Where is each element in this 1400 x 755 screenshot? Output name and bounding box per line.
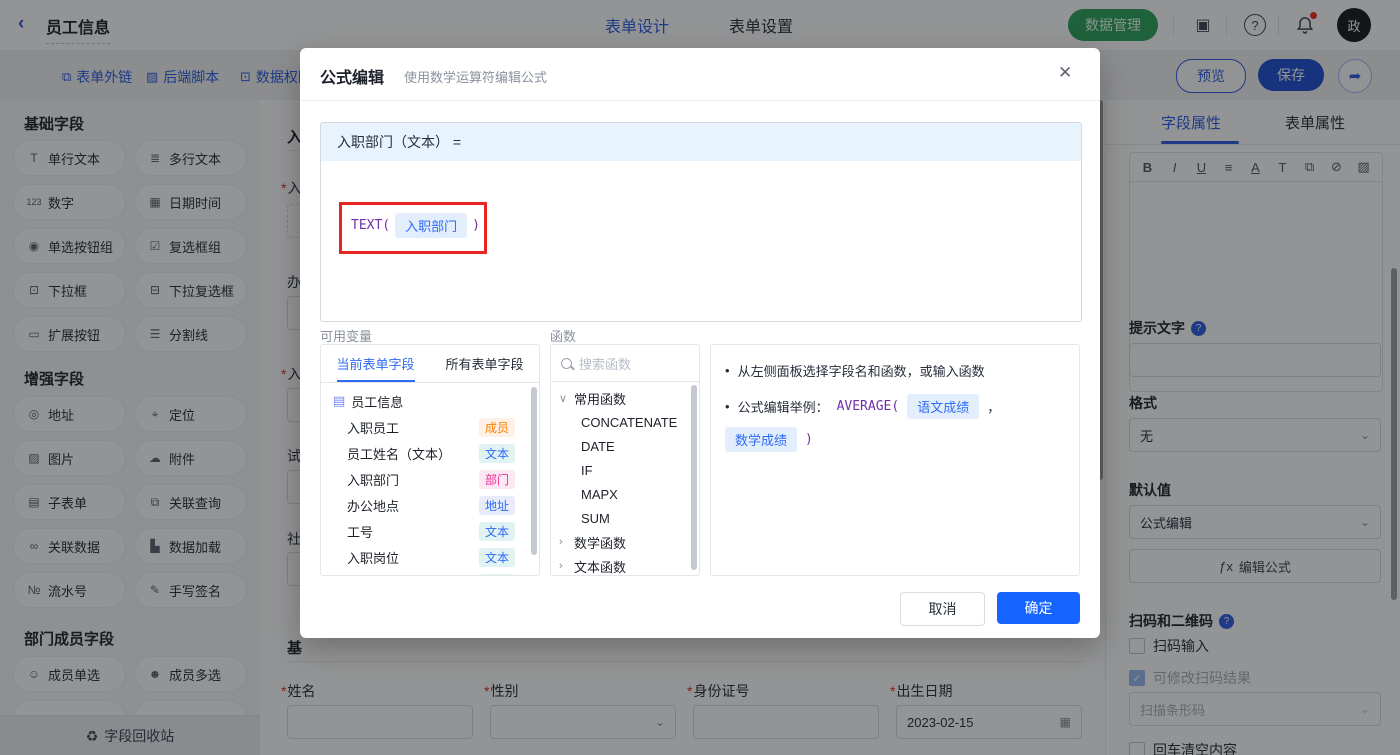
function-group-math[interactable]: › 数学函数 — [551, 530, 699, 554]
type-badge: 成员 — [478, 417, 515, 437]
variable-item[interactable]: 工号 文本 — [321, 518, 539, 544]
variable-name: 入职部门 — [347, 472, 400, 488]
modal-header-divider — [300, 100, 1100, 101]
chevron-closed-icon: › — [559, 560, 563, 572]
function-item[interactable]: IF — [551, 458, 699, 482]
form-node[interactable]: ▤ 员工信息 — [321, 388, 539, 414]
type-badge: 文本 — [478, 521, 515, 541]
variables-box: 当前表单字段 所有表单字段 ▤ 员工信息 入职员工 成员 员工姓名（文本） 文本 入… — [320, 344, 540, 576]
functions-label: 函数 — [550, 329, 577, 344]
example-separator: ， — [987, 400, 1001, 415]
function-search[interactable]: 搜索函数 — [551, 345, 699, 382]
variable-item[interactable]: 办公地点 地址 — [321, 492, 539, 518]
annotation-highlight-box — [339, 202, 487, 254]
function-group-text[interactable]: › 文本函数 — [551, 554, 699, 575]
tip-text: 从左侧面板选择字段名和函数，或输入函数 — [737, 364, 985, 379]
example-field-chip: 语文成绩 — [907, 394, 980, 419]
variable-name: 员工姓名（文本） — [347, 446, 452, 462]
function-item[interactable]: DATE — [551, 434, 699, 458]
tab-current-form-fields[interactable]: 当前表单字段 — [321, 354, 430, 373]
variable-name: 入职员工 — [347, 420, 400, 436]
type-badge: 文本 — [478, 547, 515, 567]
bullet: • — [725, 399, 730, 414]
modal-subtitle: 使用数学运算符编辑公式 — [404, 70, 548, 85]
formula-edit-modal: 公式编辑 使用数学运算符编辑公式 ✕ 入职部门（文本） = TEXT( 入职部门… — [300, 48, 1100, 638]
group-label: 数学函数 — [574, 535, 627, 551]
variable-name: 工号 — [347, 524, 374, 540]
functions-tree: ∨ 常用函数 CONCATENATE DATE IF MAPX SUM › 数学函数… — [551, 382, 699, 575]
variable-item[interactable]: 入职岗位 文本 — [321, 544, 539, 570]
modal-title: 公式编辑 — [320, 70, 385, 87]
form-doc-icon: ▤ — [333, 393, 346, 408]
form-name: 员工信息 — [351, 394, 404, 410]
type-badge: 部门 — [478, 469, 515, 489]
variable-item[interactable]: 入职部门 部门 — [321, 466, 539, 492]
cancel-button[interactable]: 取消 — [900, 592, 985, 626]
search-icon — [561, 357, 572, 369]
functions-scrollbar[interactable] — [691, 385, 697, 570]
active-tab-underline — [337, 380, 415, 382]
group-label: 文本函数 — [574, 559, 627, 575]
function-item[interactable]: SUM — [551, 506, 699, 530]
type-badge: 文本 — [478, 443, 515, 463]
variable-name: 入职岗位 — [347, 550, 400, 566]
formula-content[interactable]: TEXT( 入职部门 ) — [321, 161, 1081, 321]
chevron-open-icon: ∨ — [559, 392, 568, 405]
functions-box: 搜索函数 ∨ 常用函数 CONCATENATE DATE IF MAPX SUM … — [550, 344, 700, 576]
variables-list: ▤ 员工信息 入职员工 成员 员工姓名（文本） 文本 入职部门 部门 办公地点 地址 工… — [321, 383, 539, 575]
function-name: CONCATENATE — [581, 414, 678, 430]
bullet: • — [725, 363, 730, 378]
function-name: IF — [581, 462, 593, 478]
function-name: MAPX — [581, 486, 618, 502]
example-field-chip: 数学成绩 — [725, 427, 798, 452]
variable-name: 办公地点 — [347, 498, 400, 514]
formula-target: 入职部门（文本） = — [321, 123, 1081, 161]
example-function-token: AVERAGE( — [836, 399, 900, 414]
variables-scrollbar[interactable] — [531, 387, 537, 555]
close-icon[interactable]: ✕ — [1058, 63, 1072, 83]
variables-tabs: 当前表单字段 所有表单字段 — [321, 345, 539, 383]
function-item[interactable]: CONCATENATE — [551, 410, 699, 434]
tip-example-prefix: 公式编辑举例： — [737, 400, 829, 415]
function-name: SUM — [581, 510, 610, 526]
function-group-common[interactable]: ∨ 常用函数 — [551, 386, 699, 410]
type-badge: 文本 — [478, 573, 515, 575]
chevron-closed-icon: › — [559, 536, 563, 548]
app-window: ‹ 员工信息 表单设计 表单设置 数据管理 ▣ ? 政 ⧉ 表单外链 ▨ 后端脚… — [0, 0, 1400, 755]
confirm-button[interactable]: 确定 — [997, 592, 1080, 624]
variables-label: 可用变量 — [320, 329, 373, 344]
tab-all-form-fields[interactable]: 所有表单字段 — [430, 354, 539, 373]
function-name: DATE — [581, 438, 615, 454]
tip-line: • 从左侧面板选择字段名和函数，或输入函数 — [725, 361, 1065, 380]
group-label: 常用函数 — [574, 391, 627, 407]
tip-line-example: • 公式编辑举例： AVERAGE( 语文成绩 ， 数学成绩 ) — [725, 394, 1065, 452]
formula-editor: 入职部门（文本） = TEXT( 入职部门 ) — [320, 122, 1082, 322]
search-placeholder: 搜索函数 — [579, 356, 632, 372]
tips-box: • 从左侧面板选择字段名和函数，或输入函数 • 公式编辑举例： AVERAGE(… — [710, 344, 1080, 576]
example-function-close: ) — [805, 432, 813, 447]
function-item[interactable]: MAPX — [551, 482, 699, 506]
variable-item[interactable]: 员工姓名（文本） 文本 — [321, 440, 539, 466]
variable-item-partial[interactable]: 文本 — [321, 570, 539, 575]
type-badge: 地址 — [478, 495, 515, 515]
variable-item[interactable]: 入职员工 成员 — [321, 414, 539, 440]
